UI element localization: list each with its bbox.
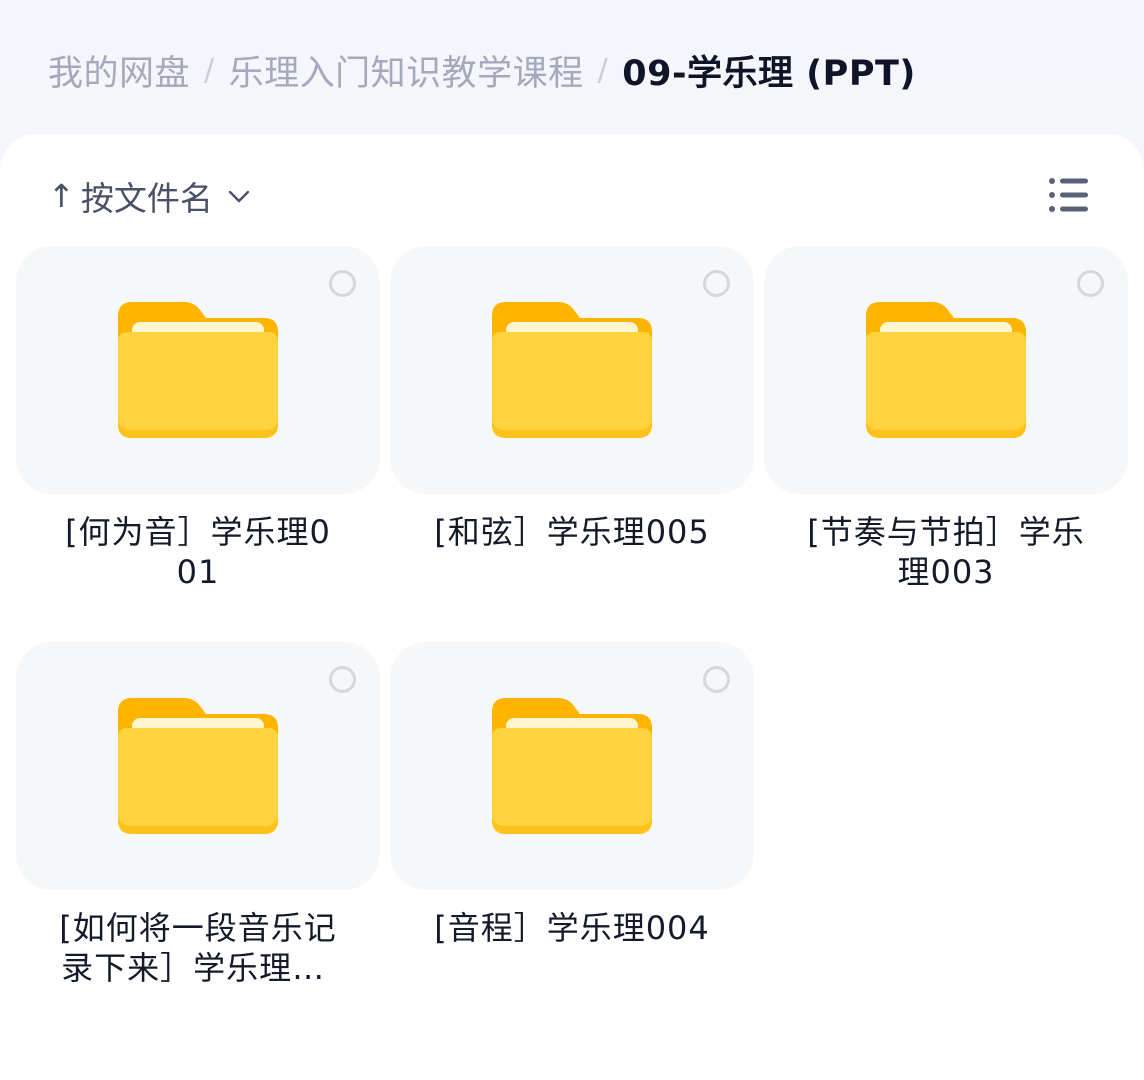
folder-name: [如何将一段音乐记录下来］学乐理002 [59, 909, 337, 987]
folder-name: [何为音］学乐理001 [65, 513, 331, 591]
breadcrumb-current: 09-学乐理 (PPT) [622, 53, 916, 94]
breadcrumb-separator: / [204, 52, 215, 88]
folder-thumbnail [390, 642, 754, 890]
file-browser-page: 我的网盘 / 乐理入门知识教学课程 / 09-学乐理 (PPT) ↑ 按文件名 [0, 0, 1144, 1080]
sort-label: 按文件名 [80, 179, 213, 218]
folder-name: [和弦］学乐理005 [434, 513, 710, 551]
folder-name: [节奏与节拍］学乐理003 [807, 513, 1085, 591]
select-checkbox[interactable] [703, 666, 730, 693]
breadcrumb-parent[interactable]: 乐理入门知识教学课程 [229, 45, 584, 96]
select-checkbox[interactable] [1077, 270, 1104, 297]
folder-icon [492, 302, 652, 438]
folder-thumbnail [390, 246, 754, 494]
folder-icon [118, 698, 278, 834]
folder-card[interactable]: [音程］学乐理004 [390, 642, 754, 948]
list-view-icon[interactable] [1048, 176, 1090, 214]
sort-button[interactable]: ↑ 按文件名 [48, 174, 251, 218]
folder-name: [音程］学乐理004 [434, 909, 710, 947]
folder-icon [866, 302, 1026, 438]
select-checkbox[interactable] [703, 270, 730, 297]
folder-icon [118, 302, 278, 438]
file-panel: ↑ 按文件名 [何为音］学乐理001 [和弦］学乐理005 [节奏与节拍］学乐理… [0, 134, 1144, 1080]
folder-icon [492, 698, 652, 834]
breadcrumb-root[interactable]: 我的网盘 [48, 45, 190, 96]
sort-arrow-up-icon: ↑ [48, 177, 75, 215]
breadcrumb-separator: / [597, 52, 609, 88]
folder-card[interactable]: [和弦］学乐理005 [390, 246, 754, 552]
select-checkbox[interactable] [329, 666, 356, 693]
folder-thumbnail [16, 246, 380, 494]
chevron-down-icon [228, 190, 250, 203]
folder-thumbnail [16, 642, 380, 890]
folder-thumbnail [764, 246, 1128, 494]
select-checkbox[interactable] [329, 270, 356, 297]
breadcrumb: 我的网盘 / 乐理入门知识教学课程 / 09-学乐理 (PPT) [48, 42, 916, 98]
folder-card[interactable]: [节奏与节拍］学乐理003 [764, 246, 1128, 592]
folder-card[interactable]: [何为音］学乐理001 [16, 246, 380, 592]
folder-card[interactable]: [如何将一段音乐记录下来］学乐理002 [16, 642, 380, 988]
